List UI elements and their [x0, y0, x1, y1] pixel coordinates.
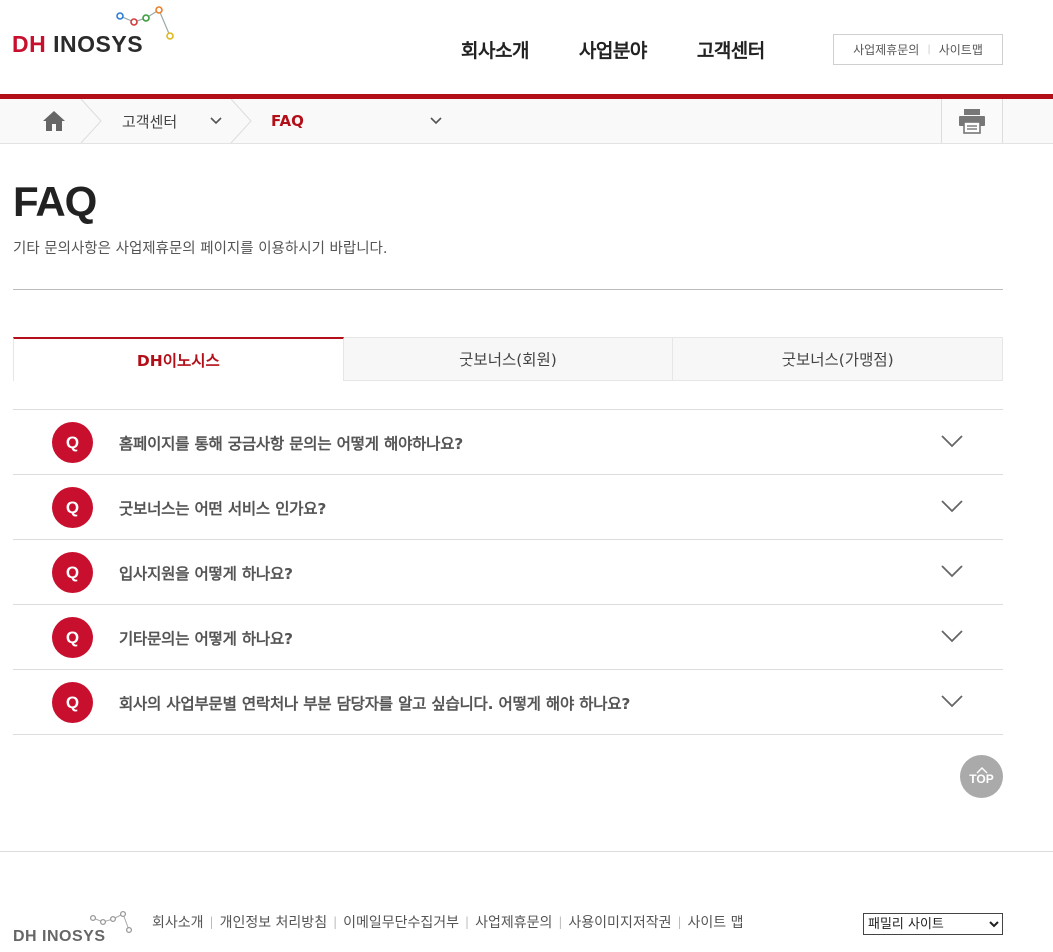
q-badge: Q: [52, 617, 93, 658]
site-header: DH INOSYS 회사소개 사업분야 고객센터 사업제휴문의 | 사이트맵: [0, 0, 1053, 94]
faq-item[interactable]: Q 기타문의는 어떻게 하나요?: [13, 605, 1003, 670]
title-divider: [13, 289, 1003, 290]
footer-separator: |: [558, 915, 563, 929]
footer-separator: |: [677, 915, 682, 929]
site-logo[interactable]: DH INOSYS: [12, 6, 182, 66]
breadcrumb-level1-label: 고객센터: [122, 112, 178, 131]
partnership-link[interactable]: 사업제휴문의: [853, 41, 919, 58]
faq-question: 입사지원을 어떻게 하나요?: [119, 565, 293, 583]
logo-dh: DH: [12, 31, 47, 57]
print-icon: [959, 109, 985, 134]
chevron-down-icon: [941, 565, 963, 578]
page-description: 기타 문의사항은 사업제휴문의 페이지를 이용하시기 바랍니다.: [13, 241, 388, 257]
tab-goodbonus-merchant[interactable]: 굿보너스(가맹점): [673, 337, 1004, 381]
nav-company[interactable]: 회사소개: [461, 36, 529, 63]
breadcrumb-divider-icon: [230, 99, 252, 143]
faq-tabs: DH이노시스 굿보너스(회원) 굿보너스(가맹점): [13, 337, 1004, 381]
breadcrumb-level1[interactable]: 고객센터: [122, 99, 232, 143]
breadcrumb-level2[interactable]: FAQ: [271, 99, 451, 143]
nav-customer-center[interactable]: 고객센터: [697, 36, 765, 63]
sitemap-link[interactable]: 사이트맵: [939, 41, 983, 58]
logo-inosys: INOSYS: [53, 31, 144, 57]
footer-link-sitemap[interactable]: 사이트 맵: [688, 912, 744, 932]
faq-question: 굿보너스는 어떤 서비스 인가요?: [119, 500, 327, 518]
footer-link-privacy[interactable]: 개인정보 처리방침: [220, 912, 328, 932]
footer-logo: DH INOSYS: [13, 910, 143, 952]
faq-question: 회사의 사업부문별 연락처나 부분 담당자를 알고 싶습니다. 어떻게 해야 하…: [119, 695, 631, 713]
chevron-down-icon: [941, 695, 963, 708]
logo-text: DH INOSYS: [12, 31, 143, 58]
chevron-down-icon: [941, 500, 963, 513]
breadcrumb: 고객센터 FAQ: [0, 99, 1053, 144]
chevron-down-icon: [210, 117, 222, 125]
faq-item[interactable]: Q 홈페이지를 통해 궁금사항 문의는 어떻게 해야하나요?: [13, 410, 1003, 475]
footer-separator: |: [209, 915, 214, 929]
scroll-top-button[interactable]: TOP: [960, 755, 1003, 798]
nav-business[interactable]: 사업분야: [579, 36, 647, 63]
family-site-select[interactable]: 패밀리 사이트: [863, 913, 1003, 935]
print-button[interactable]: [941, 99, 1003, 143]
faq-item[interactable]: Q 입사지원을 어떻게 하나요?: [13, 540, 1003, 605]
footer-logo-text: DH INOSYS: [13, 928, 106, 945]
page-title: FAQ: [13, 178, 97, 225]
breadcrumb-divider-icon: [80, 99, 102, 143]
footer-link-image-copyright[interactable]: 사용이미지저작권: [568, 912, 671, 932]
home-icon: [43, 111, 65, 131]
util-separator: |: [927, 44, 931, 55]
faq-item[interactable]: Q 회사의 사업부문별 연락처나 부분 담당자를 알고 싶습니다. 어떻게 해야…: [13, 670, 1003, 735]
q-badge: Q: [52, 487, 93, 528]
tab-dh-inosys[interactable]: DH이노시스: [13, 337, 344, 381]
footer-links: 회사소개 | 개인정보 처리방침 | 이메일무단수집거부 | 사업제휴문의 | …: [152, 912, 744, 932]
chevron-down-icon: [430, 117, 442, 125]
faq-question: 홈페이지를 통해 궁금사항 문의는 어떻게 해야하나요?: [119, 435, 464, 453]
util-links: 사업제휴문의 | 사이트맵: [833, 34, 1003, 65]
faq-question: 기타문의는 어떻게 하나요?: [119, 630, 293, 648]
tab-goodbonus-member[interactable]: 굿보너스(회원): [343, 337, 674, 381]
footer-link-partnership[interactable]: 사업제휴문의: [475, 912, 552, 932]
footer-link-company[interactable]: 회사소개: [152, 912, 204, 932]
scroll-top-label: TOP: [969, 772, 994, 786]
faq-item[interactable]: Q 굿보너스는 어떤 서비스 인가요?: [13, 475, 1003, 540]
breadcrumb-level2-label: FAQ: [271, 112, 304, 130]
chevron-down-icon: [941, 435, 963, 448]
q-badge: Q: [52, 682, 93, 723]
q-badge: Q: [52, 552, 93, 593]
main-nav: 회사소개 사업분야 고객센터: [461, 36, 765, 63]
faq-list: Q 홈페이지를 통해 궁금사항 문의는 어떻게 해야하나요? Q 굿보너스는 어…: [13, 409, 1003, 735]
q-badge: Q: [52, 422, 93, 463]
footer-link-email-policy[interactable]: 이메일무단수집거부: [343, 912, 459, 932]
chevron-down-icon: [941, 630, 963, 643]
footer-separator: |: [465, 915, 470, 929]
footer-separator: |: [333, 915, 338, 929]
footer-divider: [0, 851, 1053, 852]
